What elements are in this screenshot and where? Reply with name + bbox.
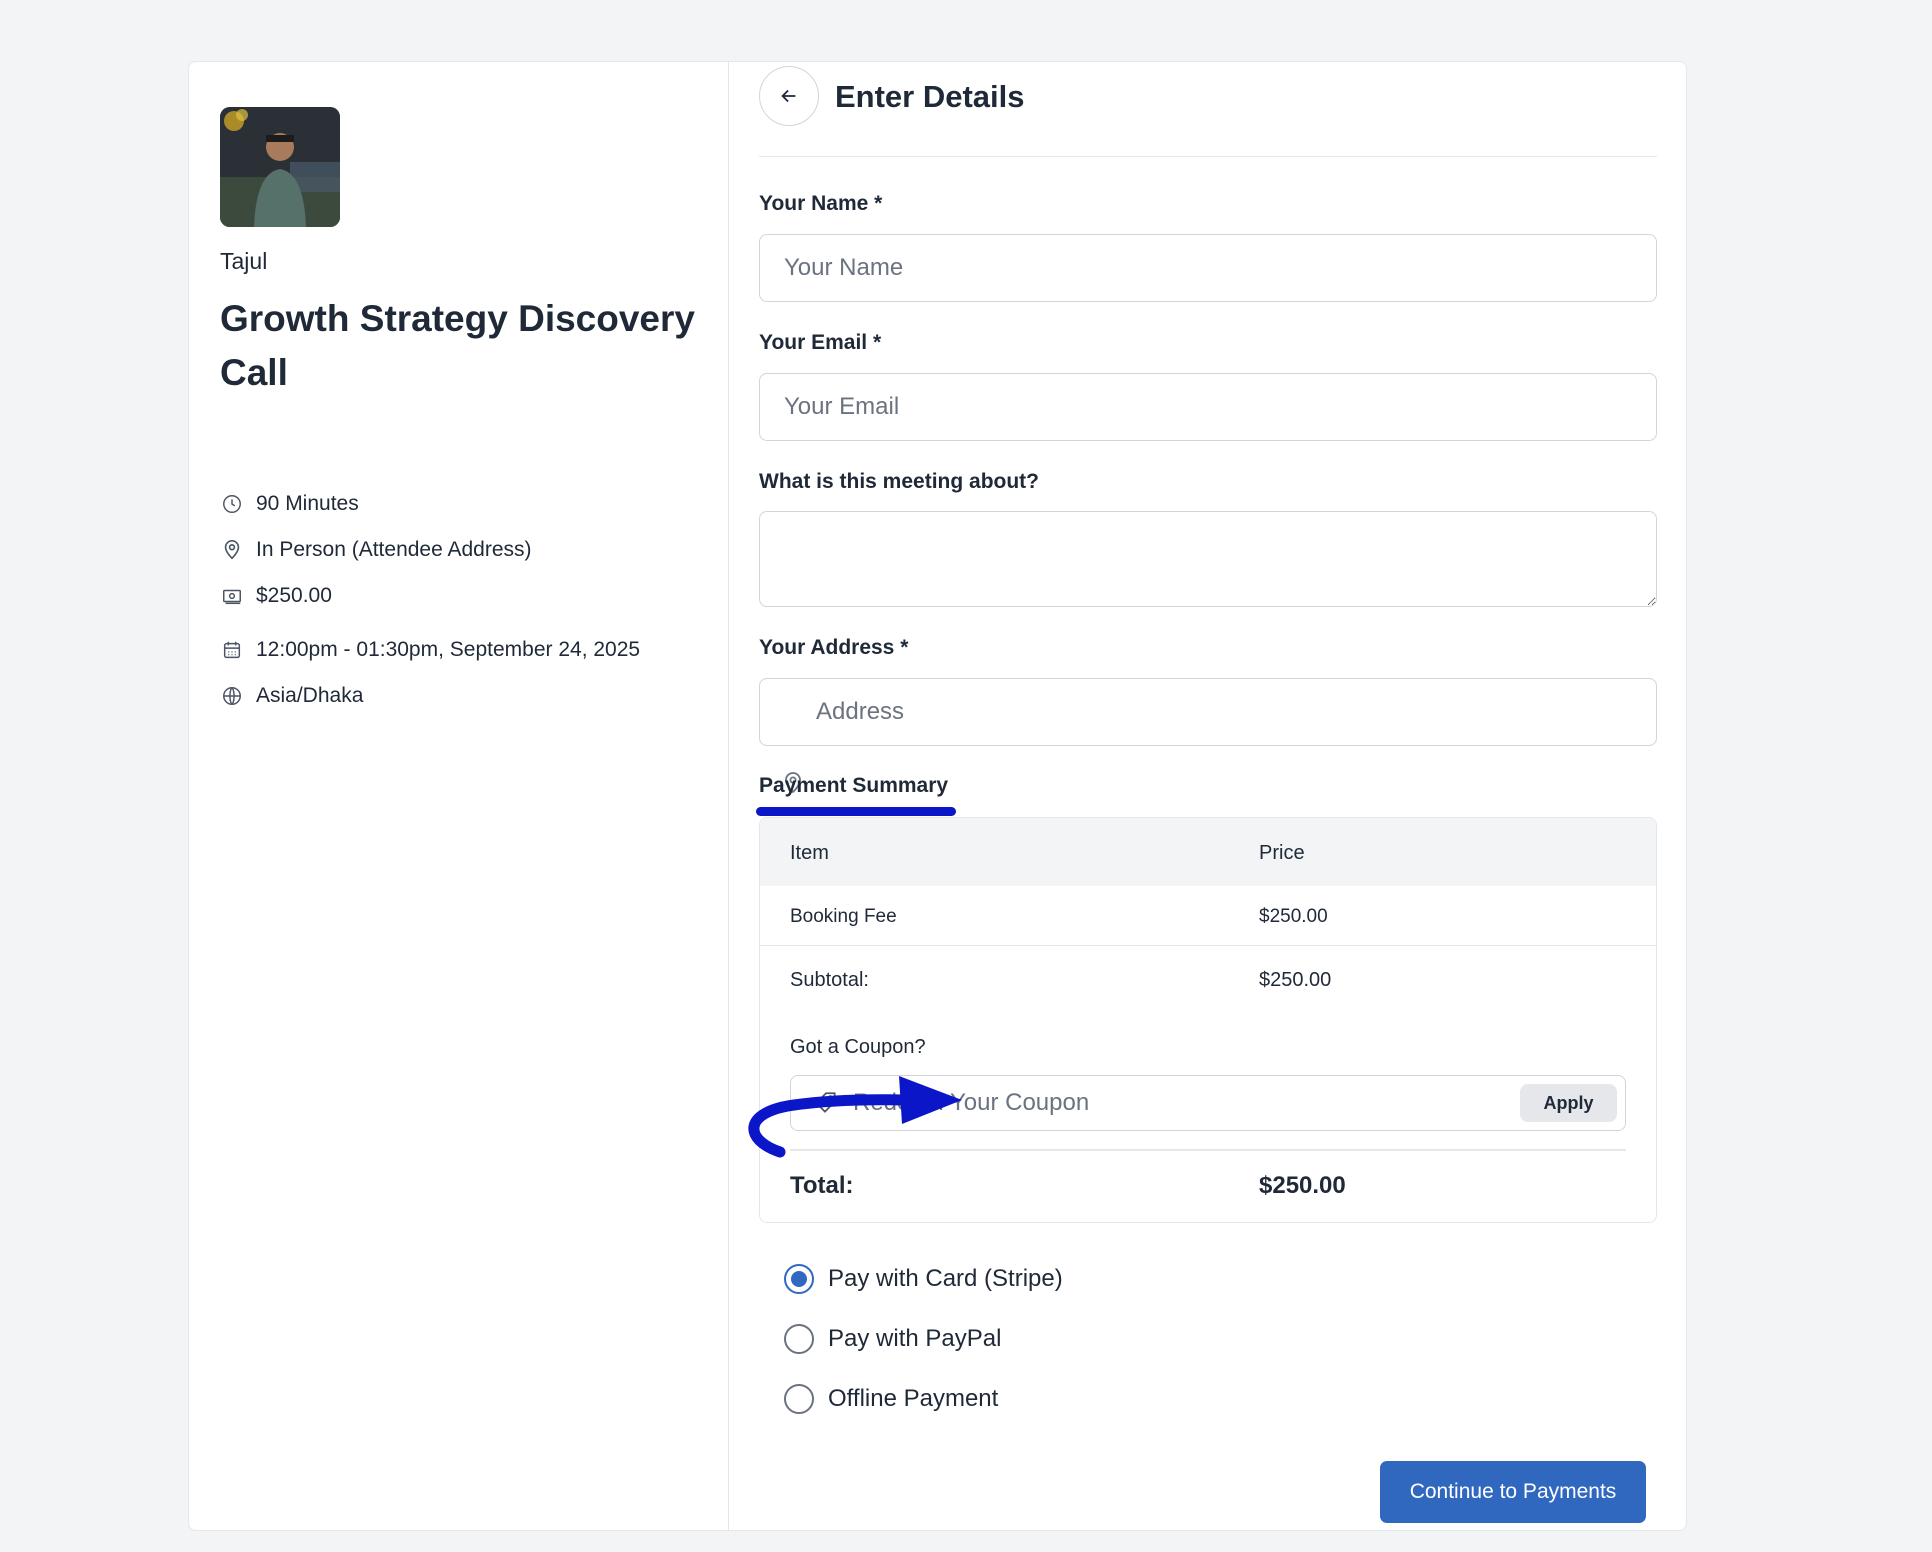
header-divider	[759, 156, 1657, 157]
globe-icon	[220, 684, 244, 708]
annotation-arrow-icon	[748, 1076, 962, 1158]
location-text: In Person (Attendee Address)	[256, 538, 532, 561]
payment-option-label: Offline Payment	[828, 1385, 999, 1412]
datetime-text: 12:00pm - 01:30pm, September 24, 2025	[256, 638, 641, 661]
annotation-underline	[756, 807, 956, 816]
money-icon	[220, 584, 244, 608]
radio-paypal[interactable]	[784, 1324, 814, 1354]
price-row: $250.00	[220, 584, 332, 608]
duration-text: 90 Minutes	[256, 492, 359, 515]
map-pin-icon	[220, 538, 244, 562]
continue-to-payments-button[interactable]: Continue to Payments	[1380, 1461, 1646, 1523]
payment-summary-heading: Payment Summary	[759, 774, 949, 797]
radio-offline[interactable]	[784, 1384, 814, 1414]
duration-row: 90 Minutes	[220, 492, 359, 516]
column-header-item: Item	[790, 842, 829, 864]
payment-option-paypal[interactable]: Pay with PayPal	[784, 1324, 1001, 1354]
total-value: $250.00	[1259, 1172, 1346, 1199]
back-button[interactable]	[759, 66, 819, 126]
calendar-icon	[220, 638, 244, 662]
column-header-price: Price	[1259, 842, 1305, 864]
payment-option-label: Pay with Card (Stripe)	[828, 1265, 1063, 1292]
meeting-about-label: What is this meeting about?	[759, 470, 1040, 493]
location-row: In Person (Attendee Address)	[220, 538, 532, 562]
datetime-row: 12:00pm - 01:30pm, September 24, 2025	[220, 638, 640, 662]
payment-option-label: Pay with PayPal	[828, 1325, 1002, 1352]
coupon-label: Got a Coupon?	[790, 1036, 926, 1058]
event-info-panel: Tajul Growth Strategy Discovery Call 90 …	[189, 62, 729, 1530]
subtotal-label: Subtotal:	[790, 969, 869, 991]
payment-summary-table: Item Price Booking Fee $250.00 Subtotal:…	[759, 817, 1657, 1223]
email-input[interactable]	[759, 373, 1657, 441]
item-booking-fee: Booking Fee	[790, 906, 897, 927]
host-name: Tajul	[220, 248, 268, 274]
total-label: Total:	[790, 1172, 854, 1199]
address-label: Your Address *	[759, 636, 909, 659]
clock-icon	[220, 492, 244, 516]
item-price: $250.00	[1259, 906, 1328, 927]
address-input[interactable]	[759, 678, 1657, 746]
host-avatar	[220, 107, 340, 227]
meeting-about-textarea[interactable]	[759, 511, 1657, 607]
apply-coupon-button[interactable]: Apply	[1520, 1084, 1617, 1122]
payment-option-offline[interactable]: Offline Payment	[784, 1384, 998, 1414]
radio-stripe[interactable]	[784, 1264, 814, 1294]
payment-option-stripe[interactable]: Pay with Card (Stripe)	[784, 1264, 1063, 1294]
subtotal-value: $250.00	[1259, 969, 1332, 991]
table-header	[760, 818, 1656, 886]
booking-card: Tajul Growth Strategy Discovery Call 90 …	[188, 61, 1687, 1531]
price-text: $250.00	[256, 584, 332, 607]
timezone-row: Asia/Dhaka	[220, 684, 363, 708]
arrow-left-icon	[781, 89, 796, 103]
event-title: Growth Strategy Discovery Call	[220, 298, 695, 393]
email-label: Your Email *	[759, 331, 882, 354]
timezone-text: Asia/Dhaka	[256, 684, 364, 707]
name-input[interactable]	[759, 234, 1657, 302]
row-divider	[760, 945, 1656, 946]
name-label: Your Name *	[759, 192, 883, 215]
page-title: Enter Details	[835, 79, 1025, 114]
details-form: Enter Details Your Name * Your Email * W…	[756, 62, 1657, 1530]
